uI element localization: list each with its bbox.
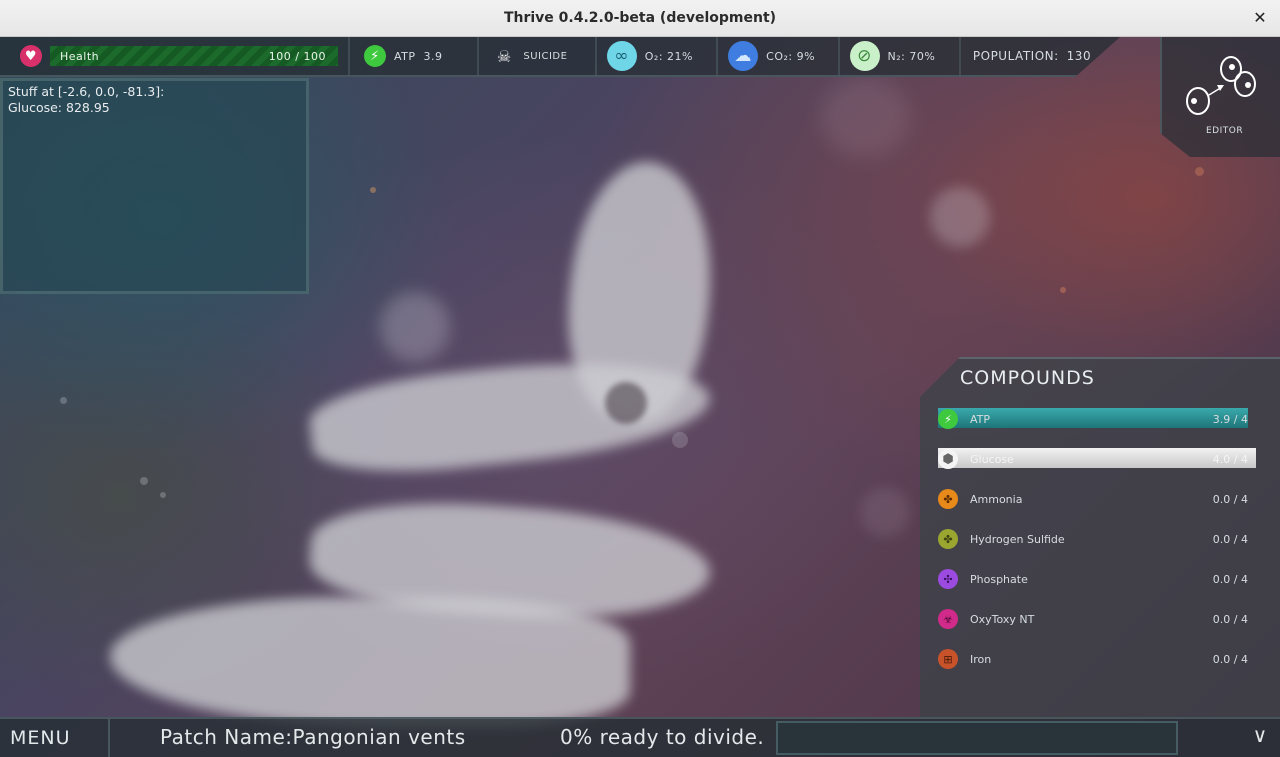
reproduction-progress: 0% ready to divide. bbox=[560, 725, 765, 749]
background-particle bbox=[930, 187, 990, 247]
population-value: 130 bbox=[1066, 49, 1092, 63]
compound-name: ATP bbox=[970, 412, 991, 426]
population-segment: POPULATION: 130 bbox=[961, 37, 1120, 76]
bubbles-icon: ∞ bbox=[606, 41, 637, 71]
chevron-down-icon[interactable]: ∨ bbox=[1246, 723, 1274, 753]
lightning-icon: ⚡ bbox=[938, 409, 958, 429]
compound-row-oxytoxy: ☣ OxyToxy NT 0.0 / 4 bbox=[938, 608, 1258, 630]
compounds-panel: COMPOUNDS ⚡ ATP 3.9 / 4 ⬢ Glucose 4.0 / … bbox=[920, 357, 1280, 717]
hover-info-panel: Stuff at [-2.6, 0.0, -81.3]: Glucose: 82… bbox=[0, 78, 309, 294]
background-particle bbox=[1060, 287, 1066, 293]
compound-name: Ammonia bbox=[970, 492, 1023, 506]
nitrogen-label: N₂: 70% bbox=[887, 49, 936, 63]
compound-row-atp: ⚡ ATP 3.9 / 4 bbox=[938, 408, 1258, 430]
compound-value: 0.0 / 4 bbox=[1212, 532, 1248, 546]
suicide-label: SUICIDE bbox=[523, 50, 568, 62]
atp-label: ATP bbox=[394, 49, 416, 63]
atp-value: 3.9 bbox=[423, 49, 443, 63]
hover-info-compound: Glucose: 828.95 bbox=[8, 100, 110, 115]
compound-row-glucose: ⬢ Glucose 4.0 / 4 bbox=[938, 448, 1258, 470]
compound-name: Phosphate bbox=[970, 572, 1028, 586]
oxytoxy-icon: ☣ bbox=[938, 609, 958, 629]
compound-cloud bbox=[110, 597, 630, 727]
compound-name: OxyToxy NT bbox=[970, 612, 1035, 626]
skull-icon: ☠ bbox=[496, 46, 512, 66]
health-bar: Health 100 / 100 bbox=[50, 46, 338, 66]
background-particle bbox=[160, 492, 166, 498]
editor-cells-icon bbox=[1186, 56, 1256, 115]
iron-icon: ⊞ bbox=[938, 649, 958, 669]
co2-label: CO₂: 9% bbox=[766, 49, 816, 63]
atp-segment: ⚡ ATP 3.9 bbox=[350, 37, 480, 76]
close-icon[interactable]: ✕ bbox=[1250, 8, 1270, 28]
compound-value: 0.0 / 4 bbox=[1212, 572, 1248, 586]
oxygen-label: O₂: 21% bbox=[644, 49, 693, 63]
bottom-hud: MENU Patch Name:Pangonian vents 0% ready… bbox=[0, 717, 1280, 757]
compound-value: 0.0 / 4 bbox=[1212, 612, 1248, 626]
compound-value: 3.9 / 4 bbox=[1212, 412, 1248, 426]
menu-button[interactable]: MENU bbox=[0, 719, 110, 757]
editor-label: EDITOR bbox=[1206, 126, 1244, 136]
compound-name: Iron bbox=[970, 652, 992, 666]
suicide-button[interactable]: ☠ SUICIDE bbox=[479, 37, 597, 76]
health-segment: ♥ Health 100 / 100 bbox=[0, 37, 350, 76]
health-value: 100 / 100 bbox=[268, 49, 326, 63]
compound-value: 0.0 / 4 bbox=[1212, 492, 1248, 506]
compound-value: 4.0 / 4 bbox=[1212, 452, 1248, 466]
heart-icon: ♥ bbox=[20, 45, 42, 67]
background-particle bbox=[1195, 167, 1204, 176]
hydrogen-sulfide-icon: ✤ bbox=[938, 529, 958, 549]
phosphate-icon: ✣ bbox=[938, 569, 958, 589]
game-viewport[interactable]: ♥ Health 100 / 100 ⚡ ATP 3.9 ☠ SUICIDE ∞… bbox=[0, 37, 1280, 757]
lightning-icon: ⚡ bbox=[364, 45, 386, 67]
glucose-icon: ⬢ bbox=[938, 449, 958, 469]
ammonia-icon: ✤ bbox=[938, 489, 958, 509]
top-hud: ♥ Health 100 / 100 ⚡ ATP 3.9 ☠ SUICIDE ∞… bbox=[0, 37, 1120, 77]
background-particle bbox=[672, 432, 688, 448]
compounds-title: COMPOUNDS bbox=[960, 367, 1095, 389]
background-particle bbox=[60, 397, 67, 404]
player-cell bbox=[605, 382, 647, 424]
background-particle bbox=[140, 477, 148, 485]
oxygen-segment: ∞ O₂: 21% bbox=[597, 37, 719, 76]
editor-button[interactable]: EDITOR bbox=[1160, 37, 1280, 157]
patch-name: Patch Name:Pangonian vents bbox=[160, 725, 466, 749]
background-particle bbox=[820, 77, 910, 157]
co2-segment: ☁ CO₂: 9% bbox=[718, 37, 840, 76]
compound-row-phosphate: ✣ Phosphate 0.0 / 4 bbox=[938, 568, 1258, 590]
compound-row-hydrogen-sulfide: ✤ Hydrogen Sulfide 0.0 / 4 bbox=[938, 528, 1258, 550]
population-label: POPULATION: bbox=[972, 49, 1059, 63]
background-particle bbox=[380, 292, 450, 362]
compound-row-ammonia: ✤ Ammonia 0.0 / 4 bbox=[938, 488, 1258, 510]
hover-info-location: Stuff at [-2.6, 0.0, -81.3]: bbox=[8, 84, 165, 99]
compound-value: 0.0 / 4 bbox=[1212, 652, 1248, 666]
window-titlebar: Thrive 0.4.2.0-beta (development) ✕ bbox=[0, 0, 1280, 37]
cloud-icon: ☁ bbox=[728, 41, 759, 71]
health-label: Health bbox=[60, 49, 100, 63]
nitrogen-segment: ⊘ N₂: 70% bbox=[840, 37, 961, 76]
window-title: Thrive 0.4.2.0-beta (development) bbox=[503, 10, 777, 26]
compound-name: Hydrogen Sulfide bbox=[970, 532, 1065, 546]
nitrogen-icon: ⊘ bbox=[849, 41, 880, 71]
background-particle bbox=[370, 187, 376, 193]
reproduction-progress-bar bbox=[776, 721, 1178, 755]
compound-name: Glucose bbox=[970, 452, 1014, 466]
compound-row-iron: ⊞ Iron 0.0 / 4 bbox=[938, 648, 1258, 670]
background-particle bbox=[860, 487, 910, 537]
